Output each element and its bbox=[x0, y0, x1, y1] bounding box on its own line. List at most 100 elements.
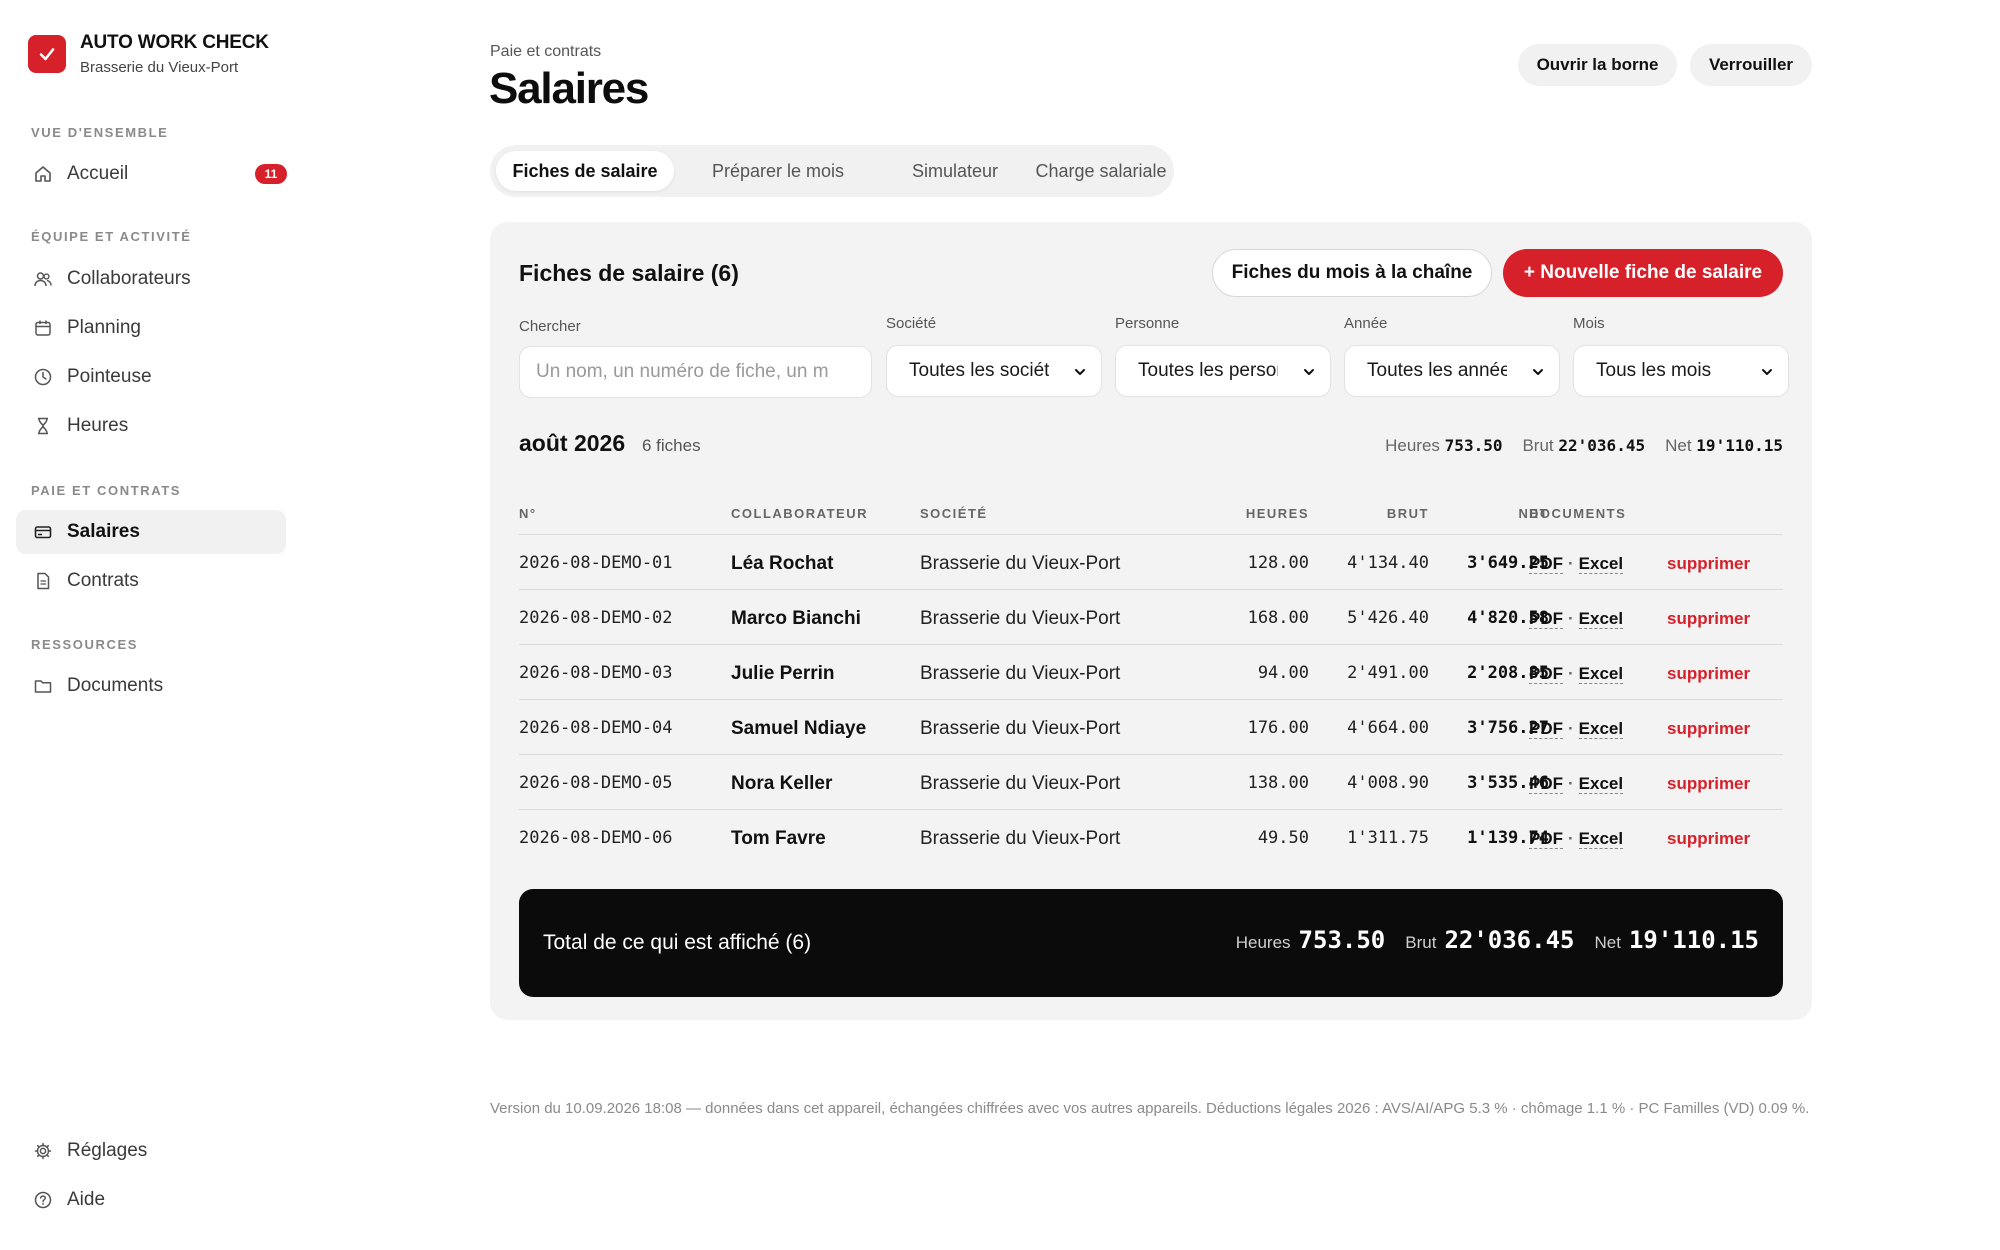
month-summary: Heures 753.50 Brut 22'036.45 Net 19'110.… bbox=[1385, 436, 1783, 456]
employee-name: Léa Rochat bbox=[731, 553, 834, 574]
sidebar-item-label: Aide bbox=[67, 1189, 106, 1210]
person-select[interactable]: Toutes les personnes bbox=[1115, 345, 1331, 397]
payslips-panel: Fiches de salaire (6) Fiches du mois à l… bbox=[490, 222, 1812, 1020]
table-row[interactable]: 2026-08-DEMO-05 Nora Keller Brasserie du V… bbox=[490, 755, 1812, 810]
sidebar-item-heures[interactable]: Heures bbox=[16, 404, 286, 448]
person-select-value: Toutes les personnes bbox=[1138, 360, 1278, 381]
sidebar-item-label: Documents bbox=[67, 675, 164, 696]
batch-payslips-button[interactable]: Fiches du mois à la chaîne bbox=[1212, 249, 1492, 297]
tab-simulateur[interactable]: Simulateur bbox=[882, 151, 1028, 191]
sidebar-item-pointeuse[interactable]: Pointeuse bbox=[16, 355, 286, 399]
month-filter-label: Mois bbox=[1573, 315, 1605, 332]
sidebar-item-label: Planning bbox=[67, 317, 141, 338]
lock-button[interactable]: Verrouiller bbox=[1690, 44, 1812, 86]
total-values: Heures 753.50 Brut 22'036.45 Net 19'110.15 bbox=[1236, 926, 1759, 954]
pdf-link[interactable]: PDF bbox=[1529, 774, 1563, 794]
clock-icon bbox=[32, 366, 54, 388]
company-name: Brasserie du Vieux-Port bbox=[920, 773, 1121, 794]
help-icon bbox=[32, 1189, 54, 1211]
company-select[interactable]: Toutes les sociétés bbox=[886, 345, 1102, 397]
chevron-down-icon bbox=[1304, 369, 1314, 375]
users-icon bbox=[32, 268, 54, 290]
delete-link[interactable]: supprimer bbox=[1667, 719, 1750, 739]
tab-fiches-de-salaire[interactable]: Fiches de salaire bbox=[496, 151, 674, 191]
sidebar-item-accueil[interactable]: Accueil 11 bbox=[16, 152, 287, 196]
pdf-link[interactable]: PDF bbox=[1529, 609, 1563, 629]
pdf-link[interactable]: PDF bbox=[1529, 829, 1563, 849]
month-hours-value: 753.50 bbox=[1444, 436, 1503, 455]
hourglass-icon bbox=[32, 415, 54, 437]
panel-title: Fiches de salaire (6) bbox=[519, 260, 739, 286]
sidebar-item-contrats[interactable]: Contrats bbox=[16, 559, 286, 603]
delete-link[interactable]: supprimer bbox=[1667, 609, 1750, 629]
sidebar-item-label: Salaires bbox=[67, 521, 140, 542]
company-name: Brasserie du Vieux-Port bbox=[920, 608, 1121, 629]
hours-value: 168.00 bbox=[1247, 608, 1309, 628]
pdf-link[interactable]: PDF bbox=[1529, 719, 1563, 739]
excel-link[interactable]: Excel bbox=[1578, 664, 1624, 684]
total-net-value: 19'110.15 bbox=[1628, 926, 1759, 954]
total-net-label: Net bbox=[1594, 933, 1621, 952]
search-input[interactable]: Un nom, un numéro de fiche, un m bbox=[519, 346, 872, 398]
notification-badge: 11 bbox=[255, 164, 287, 184]
employee-name: Nora Keller bbox=[731, 773, 833, 794]
new-payslip-button[interactable]: + Nouvelle fiche de salaire bbox=[1503, 249, 1783, 297]
sidebar-item-planning[interactable]: Planning bbox=[16, 306, 286, 350]
table-row[interactable]: 2026-08-DEMO-06 Tom Favre Brasserie du Vie… bbox=[490, 810, 1812, 865]
month-select[interactable]: Tous les mois bbox=[1573, 345, 1789, 397]
sidebar-item-label: Heures bbox=[67, 415, 129, 436]
column-header-hours: HEURES bbox=[1245, 506, 1309, 521]
documents-links: PDF · Excel bbox=[1529, 554, 1624, 574]
delete-link[interactable]: supprimer bbox=[1667, 664, 1750, 684]
pdf-link[interactable]: PDF bbox=[1529, 554, 1563, 574]
delete-link[interactable]: supprimer bbox=[1667, 829, 1750, 849]
company-filter-label: Société bbox=[886, 315, 937, 332]
excel-link[interactable]: Excel bbox=[1578, 719, 1624, 739]
tab-charge-salariale[interactable]: Charge salariale bbox=[1034, 151, 1168, 191]
breadcrumb[interactable]: Paie et contrats bbox=[490, 43, 601, 61]
column-header-documents: DOCUMENTS bbox=[1529, 506, 1627, 521]
payslip-number: 2026-08-DEMO-02 bbox=[519, 608, 673, 628]
net-value: 2'208.85 bbox=[1467, 663, 1549, 683]
table-row[interactable]: 2026-08-DEMO-04 Samuel Ndiaye Brasserie du… bbox=[490, 700, 1812, 755]
payslip-number: 2026-08-DEMO-05 bbox=[519, 773, 673, 793]
payslip-number: 2026-08-DEMO-06 bbox=[519, 828, 673, 848]
sidebar-item-documents[interactable]: Documents bbox=[16, 664, 286, 708]
delete-link[interactable]: supprimer bbox=[1667, 554, 1750, 574]
total-label: Total de ce qui est affiché (6) bbox=[543, 931, 812, 954]
total-hours-label: Heures bbox=[1235, 933, 1291, 952]
excel-link[interactable]: Excel bbox=[1578, 554, 1624, 574]
table-row[interactable]: 2026-08-DEMO-03 Julie Perrin Brasserie du … bbox=[490, 645, 1812, 700]
year-select[interactable]: Toutes les années bbox=[1344, 345, 1560, 397]
company-name: Brasserie du Vieux-Port bbox=[920, 553, 1121, 574]
column-header-company: SOCIÉTÉ bbox=[920, 506, 988, 521]
page-title: Salaires bbox=[489, 64, 649, 113]
excel-link[interactable]: Excel bbox=[1578, 609, 1624, 629]
table-row[interactable]: 2026-08-DEMO-01 Léa Rochat Brasserie du Vi… bbox=[490, 535, 1812, 590]
payslip-number: 2026-08-DEMO-03 bbox=[519, 663, 673, 683]
excel-link[interactable]: Excel bbox=[1578, 774, 1624, 794]
sidebar-item-collaborateurs[interactable]: Collaborateurs bbox=[16, 257, 286, 301]
month-select-value: Tous les mois bbox=[1596, 360, 1712, 381]
chevron-down-icon bbox=[1075, 369, 1085, 375]
section-overview: VUE D'ENSEMBLE bbox=[31, 125, 169, 140]
document-icon bbox=[32, 570, 54, 592]
link-separator: · bbox=[1568, 774, 1574, 793]
tab-preparer-le-mois[interactable]: Préparer le mois bbox=[680, 151, 876, 191]
hours-value: 128.00 bbox=[1247, 553, 1309, 573]
brand-subtitle: Brasserie du Vieux-Port bbox=[80, 59, 239, 76]
brand[interactable]: AUTO WORK CHECK Brasserie du Vieux-Port bbox=[28, 32, 269, 76]
link-separator: · bbox=[1568, 664, 1574, 683]
table-row[interactable]: 2026-08-DEMO-02 Marco Bianchi Brasserie du… bbox=[490, 590, 1812, 645]
delete-link[interactable]: supprimer bbox=[1667, 774, 1750, 794]
sidebar-item-aide[interactable]: Aide bbox=[16, 1178, 286, 1222]
sidebar-item-label: Pointeuse bbox=[67, 366, 152, 387]
excel-link[interactable]: Excel bbox=[1578, 829, 1624, 849]
sidebar-item-reglages[interactable]: Réglages bbox=[16, 1129, 286, 1173]
month-net-value: 19'110.15 bbox=[1696, 436, 1783, 455]
person-filter-label: Personne bbox=[1115, 315, 1180, 332]
open-kiosk-button[interactable]: Ouvrir la borne bbox=[1518, 44, 1677, 86]
home-icon bbox=[32, 163, 54, 185]
sidebar-item-salaires[interactable]: Salaires bbox=[16, 510, 286, 554]
pdf-link[interactable]: PDF bbox=[1529, 664, 1563, 684]
